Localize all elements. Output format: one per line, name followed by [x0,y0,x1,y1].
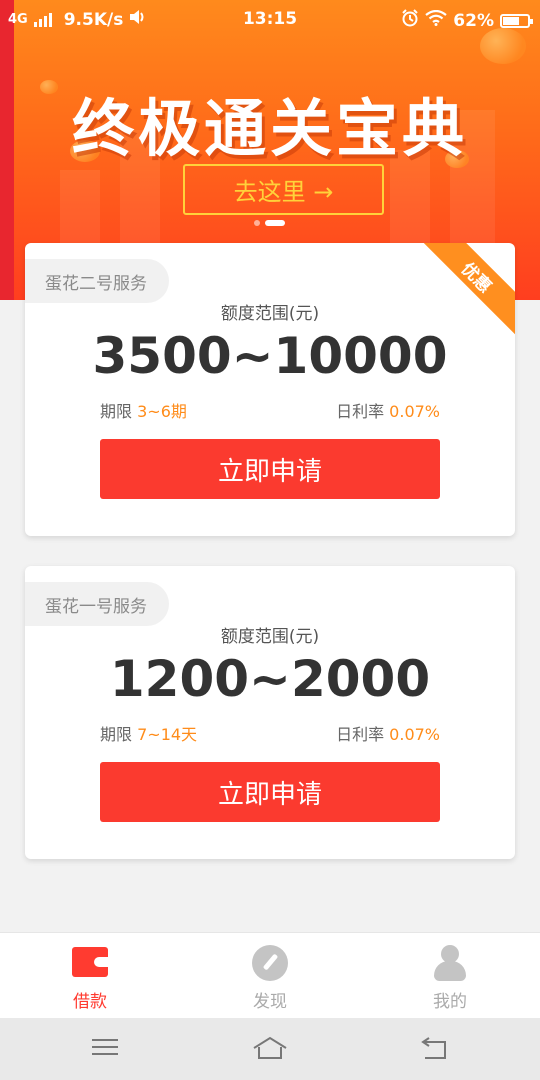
apply-button[interactable]: 立即申请 [100,439,440,499]
rate-value: 0.07% [389,725,440,744]
banner-go-label: 去这里 → [233,178,334,206]
rate-info: 日利率 0.07% [336,398,440,422]
bottom-tab-bar: 借款 发现 我的 [0,932,540,1019]
pager-dot-active[interactable] [265,220,285,226]
term-value: 7~14天 [137,725,198,744]
wallet-icon [71,945,109,981]
alarm-icon [401,9,419,32]
range-value: 1200~2000 [109,650,431,708]
rate-info: 日利率 0.07% [336,721,440,745]
apply-label: 立即申请 [217,779,322,810]
service-tag: 蛋花一号服务 [25,582,169,626]
banner-title: 终极通关宝典 [71,92,468,165]
tab-borrow[interactable]: 借款 [0,933,180,1019]
term-label: 期限 [100,725,133,744]
term-label: 期限 [100,402,133,421]
status-bar: 4G 9.5K/s 13:15 62% [0,0,540,38]
tab-label: 借款 [73,992,107,1012]
range-label: 额度范围(元) [220,304,320,324]
service-tag: 蛋花二号服务 [25,259,169,303]
apply-button[interactable]: 立即申请 [100,762,440,822]
loan-card-service-two: 蛋花二号服务 优惠 额度范围(元) 3500~10000 期限 3~6期 日利率… [25,243,515,536]
battery-icon [500,13,533,28]
banner-go-button[interactable]: 去这里 → [183,164,384,215]
term-info: 期限 7~14天 [100,721,197,745]
home-icon[interactable] [250,1034,290,1064]
system-nav-bar [0,1018,540,1080]
tab-mine[interactable]: 我的 [360,933,540,1019]
wifi-icon [425,9,447,31]
back-icon[interactable] [415,1034,455,1064]
person-icon [431,945,469,981]
term-info: 期限 3~6期 [100,398,187,422]
banner-pager [254,220,285,226]
range-label: 额度范围(元) [220,627,320,647]
pager-dot[interactable] [254,220,260,226]
tab-label: 我的 [433,992,467,1012]
rate-label: 日利率 [336,725,385,744]
rate-label: 日利率 [336,402,385,421]
tab-discover[interactable]: 发现 [180,933,360,1019]
apply-label: 立即申请 [217,456,322,487]
discount-badge: 优惠 [414,243,515,340]
rate-value: 0.07% [389,402,440,421]
loan-card-service-one: 蛋花一号服务 额度范围(元) 1200~2000 期限 7~14天 日利率 0.… [25,566,515,859]
range-value: 3500~10000 [92,327,448,385]
tab-label: 发现 [253,992,287,1012]
compass-icon [251,945,289,981]
menu-icon[interactable] [85,1034,125,1064]
term-value: 3~6期 [137,402,187,421]
battery-percent: 62% [453,10,494,31]
